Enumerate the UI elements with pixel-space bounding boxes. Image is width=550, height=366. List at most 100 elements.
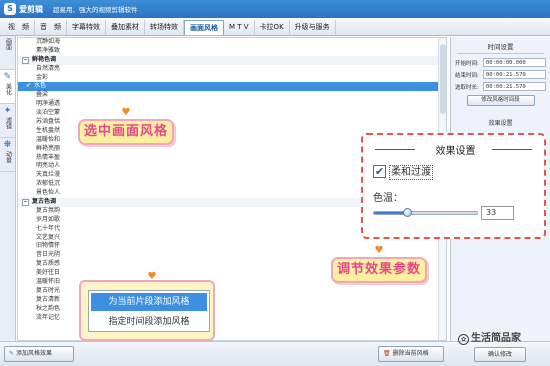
tab-audio[interactable]: 音 频 xyxy=(35,20,67,35)
effect-settings-title: 效果设置 xyxy=(488,120,513,127)
heart-pin-icon: ♥ xyxy=(121,107,131,118)
tab-video[interactable]: 视 频 xyxy=(3,20,35,35)
watermark-text: 生活简品家 xyxy=(471,333,521,344)
row-label: 鲜艳亮丽 xyxy=(36,144,61,152)
row-label: 流年记忆 xyxy=(36,313,61,321)
list-item[interactable]: 叠梁 xyxy=(18,91,446,100)
tab-upgrade[interactable]: 升级与服务 xyxy=(290,20,336,35)
magic-wand-icon: ✎ xyxy=(3,72,12,82)
heart-pin-icon: ♥ xyxy=(374,245,384,256)
row-label: 景色怡人 xyxy=(36,189,61,197)
add-style-label: 添加风格效果 xyxy=(16,350,53,357)
list-item-selected[interactable]: ✔ 水色 xyxy=(18,82,446,92)
rail-item-label: 滤镜 xyxy=(4,117,12,129)
row-label: 自然清亮 xyxy=(36,64,61,72)
collapse-icon[interactable]: − xyxy=(22,56,29,64)
list-item[interactable]: 明净通透 xyxy=(18,100,446,109)
row-label: 复古清新 xyxy=(36,295,61,303)
list-item[interactable]: 素净雅致 xyxy=(18,47,446,56)
list-item[interactable]: 金彩 xyxy=(18,74,446,83)
collapse-icon[interactable]: − xyxy=(22,199,29,207)
effect-settings-callout: 效果设置 ✔ 柔和过渡 色温： 33 xyxy=(361,133,546,239)
end-time-label: 结束时间: xyxy=(455,72,479,79)
main-tab-bar: 视 频 音 频 字幕特效 叠加素材 转场特效 画面风格 M T V 卡拉OK 升… xyxy=(0,18,550,36)
adjust-effect-banner: 调节效果参数 xyxy=(331,257,427,283)
delete-style-button[interactable]: 🗑 删除当前风格 xyxy=(378,346,444,362)
filter-icon: ✦ xyxy=(3,106,12,116)
start-time-field[interactable]: 00:00:00.000 xyxy=(483,58,546,67)
list-item[interactable]: 沉静如海 xyxy=(18,38,446,47)
row-label: 昔日光阴 xyxy=(36,251,61,259)
start-time-label: 开始时间: xyxy=(455,60,479,67)
tab-overlay[interactable]: 叠加素材 xyxy=(106,20,145,35)
tab-mtv[interactable]: M T V xyxy=(224,20,255,35)
divider xyxy=(492,149,532,150)
row-label: 明净通透 xyxy=(36,100,61,108)
duration-row: 选取时长: 00:00:21.570 xyxy=(455,82,546,91)
duration-label: 选取时长: xyxy=(455,84,479,91)
row-label: 金彩 xyxy=(36,73,49,81)
row-label: 淡泊空蒙 xyxy=(36,109,61,117)
menu-item-add-to-current-clip[interactable]: 为当前片段添加风格 xyxy=(91,293,207,311)
row-label: 文艺复兴 xyxy=(36,233,61,241)
scroll-thumb[interactable] xyxy=(440,44,446,114)
row-label: 温暖怀旧 xyxy=(36,278,61,286)
add-style-button[interactable]: ✎ 添加风格效果 xyxy=(4,346,74,362)
end-time-row: 结束时间: 00:00:21.570 xyxy=(455,70,546,79)
add-style-menu: 为当前片段添加风格 指定时间段添加风格 xyxy=(88,290,210,332)
app-slogan: 超易用、强大的视频剪辑软件 xyxy=(53,6,138,14)
menu-item-add-to-time-range[interactable]: 指定时间段添加风格 xyxy=(91,313,207,331)
row-label: 鲜艳色调 xyxy=(32,55,57,63)
row-label: 生机盎然 xyxy=(36,126,61,134)
color-temp-value[interactable]: 33 xyxy=(481,206,514,220)
check-icon: ✔ xyxy=(26,82,32,90)
row-label: 明亮动人 xyxy=(36,162,61,170)
row-label: 叠梁 xyxy=(36,91,49,99)
list-item[interactable]: 淡泊空蒙 xyxy=(18,109,446,118)
rail-item-beautify[interactable]: ✎ 美化 xyxy=(0,70,15,104)
tab-subtitle-effects[interactable]: 字幕特效 xyxy=(67,20,106,35)
list-item[interactable]: 自然清亮 xyxy=(18,65,446,74)
duration-field: 00:00:21.570 xyxy=(483,82,546,91)
heart-pin-icon: ♥ xyxy=(147,271,157,282)
row-label: 复古时光 xyxy=(36,286,61,294)
tab-picture-style[interactable]: 画面风格 xyxy=(184,20,224,35)
watermark: ✿ 生活简品家 xyxy=(458,329,521,345)
rail-item-motion[interactable]: ❋ 动景 xyxy=(0,138,15,172)
row-label: 热情丰盈 xyxy=(36,153,61,161)
wechat-icon: ✿ xyxy=(458,334,469,345)
app-title: 爱剪辑 xyxy=(19,4,43,14)
tab-karaoke[interactable]: 卡拉OK xyxy=(255,20,290,35)
rail-item-label: 美化 xyxy=(4,83,12,95)
style-group-vivid[interactable]: − 鲜艳色调 xyxy=(18,55,446,65)
rail-item-picture[interactable]: 画面 xyxy=(0,36,15,70)
modify-time-range-button[interactable]: 修改风格时间段 xyxy=(466,95,535,106)
row-label: 七十年代 xyxy=(36,224,61,232)
confirm-modify-button[interactable]: 确认修改 xyxy=(474,347,526,362)
trash-icon: 🗑 xyxy=(383,350,391,357)
category-rail: 画面 ✎ 美化 ✦ 滤镜 ❋ 动景 xyxy=(0,36,16,346)
add-style-menu-callout: 为当前片段添加风格 指定时间段添加风格 xyxy=(79,280,215,341)
select-style-banner: 选中画面风格 xyxy=(78,119,174,145)
rail-item-label: 动景 xyxy=(4,151,12,163)
soft-transition-checkbox[interactable]: ✔ xyxy=(373,165,386,178)
divider xyxy=(457,53,544,54)
rail-item-filter[interactable]: ✦ 滤镜 xyxy=(0,104,15,138)
soft-transition-label[interactable]: 柔和过渡 xyxy=(389,165,433,180)
row-label: 天真烂漫 xyxy=(36,171,61,179)
title-bar: S 爱剪辑 超易用、强大的视频剪辑软件 xyxy=(0,0,550,18)
row-label: 岁月如歌 xyxy=(36,215,61,223)
row-label: 素净雅致 xyxy=(36,46,61,54)
tab-transitions[interactable]: 转场特效 xyxy=(145,20,184,35)
rail-item-label: 画面 xyxy=(4,38,12,50)
row-label: 复古质感 xyxy=(36,260,61,268)
row-label: 温暖怡和 xyxy=(36,135,61,143)
app-logo-icon: S xyxy=(4,3,16,15)
color-temp-slider[interactable] xyxy=(373,208,478,217)
start-time-row: 开始时间: 00:00:00.000 xyxy=(455,58,546,67)
slider-thumb[interactable] xyxy=(402,208,412,217)
end-time-field[interactable]: 00:00:21.570 xyxy=(483,70,546,79)
row-label: 复古色调 xyxy=(32,198,57,206)
add-style-icon: ✎ xyxy=(9,350,15,357)
row-label: 浓郁低沉 xyxy=(36,180,61,188)
